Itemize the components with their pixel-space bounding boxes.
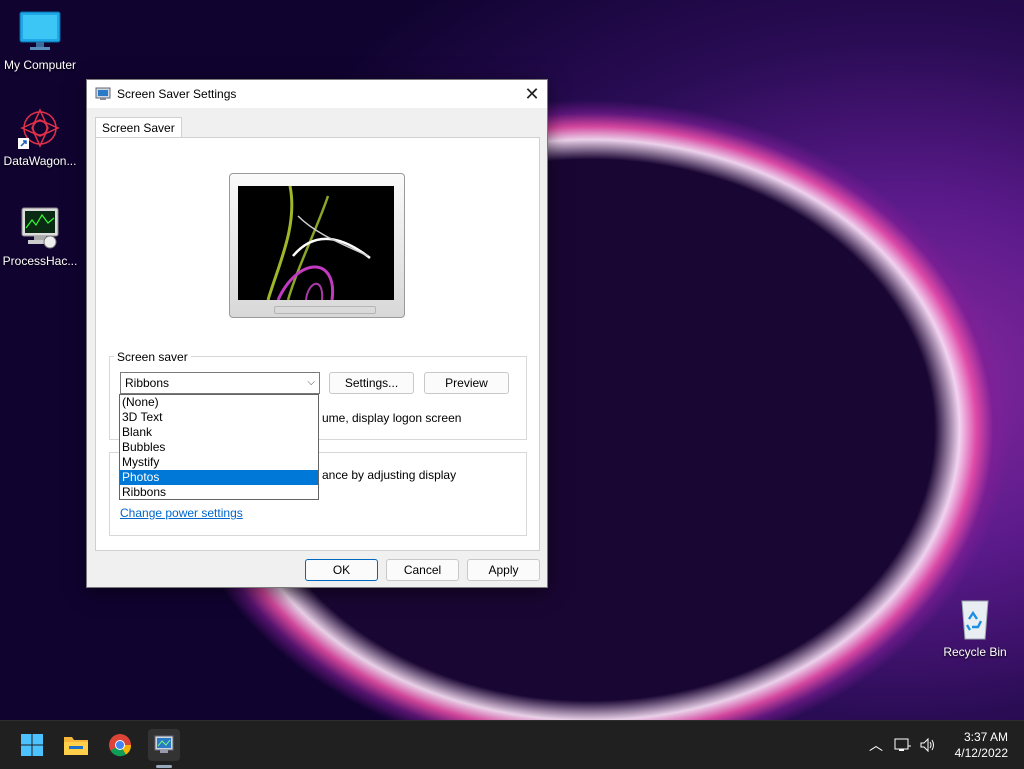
desktop-icon-recycle-bin[interactable]: Recycle Bin: [935, 597, 1015, 659]
dropdown-option-mystify[interactable]: Mystify: [120, 455, 318, 470]
desktop-icon-processhacker[interactable]: ProcessHac...: [0, 206, 80, 268]
resume-logon-text: ume, display logon screen: [322, 411, 462, 425]
settings-button[interactable]: Settings...: [329, 372, 414, 394]
preview-monitor: [229, 173, 405, 318]
desktop-icon-label: My Computer: [3, 58, 77, 72]
power-description-text: ance by adjusting display: [322, 468, 457, 482]
computer-icon: [18, 10, 62, 54]
screensaver-app-taskbar-icon[interactable]: [148, 729, 180, 761]
dialog-title: Screen Saver Settings: [117, 87, 237, 101]
ok-button[interactable]: OK: [305, 559, 378, 581]
screen-saver-select[interactable]: Ribbons ⌵: [120, 372, 320, 394]
show-hidden-icons-chevron-up-icon[interactable]: ︿: [866, 721, 886, 769]
preview-button[interactable]: Preview: [424, 372, 509, 394]
tab-screen-saver[interactable]: Screen Saver: [95, 117, 182, 138]
dropdown-option-bubbles[interactable]: Bubbles: [120, 440, 318, 455]
dropdown-option-none[interactable]: (None): [120, 395, 318, 410]
desktop-icon-datawagon[interactable]: DataWagon...: [0, 106, 80, 168]
cancel-button[interactable]: Cancel: [386, 559, 459, 581]
dropdown-option-blank[interactable]: Blank: [120, 425, 318, 440]
network-icon[interactable]: [892, 721, 914, 769]
clock-time: 3:37 AM: [963, 730, 1008, 744]
apply-button[interactable]: Apply: [467, 559, 540, 581]
chrome-icon[interactable]: [104, 729, 136, 761]
title-bar[interactable]: Screen Saver Settings ✕: [87, 80, 547, 108]
screen-saver-select-value: Ribbons: [125, 376, 170, 390]
processhacker-icon: [18, 206, 62, 250]
dropdown-option-photos[interactable]: Photos: [120, 470, 318, 485]
close-icon[interactable]: ✕: [517, 80, 547, 108]
desktop-icon-my-computer[interactable]: My Computer: [0, 10, 80, 72]
screen-saver-settings-dialog: Screen Saver Settings ✕ Screen Saver Scr…: [86, 79, 548, 588]
monitor-chin: [274, 306, 376, 314]
system-clock[interactable]: 3:37 AM 4/12/2022: [955, 729, 1008, 761]
screensaver-app-icon: [95, 87, 111, 100]
ribbons-preview-image: [266, 186, 371, 300]
desktop-icon-label: ProcessHac...: [2, 254, 78, 268]
screen-saver-group-label: Screen saver: [114, 350, 191, 364]
preview-screen: [238, 186, 394, 300]
recycle-bin-icon: [953, 597, 997, 641]
dropdown-option-ribbons[interactable]: Ribbons: [120, 485, 318, 500]
chevron-down-icon: ⌵: [307, 377, 315, 388]
taskbar: ︿ 3:37 AM 4/12/2022: [0, 720, 1024, 769]
file-explorer-icon[interactable]: [60, 729, 92, 761]
clock-date: 4/12/2022: [954, 746, 1008, 760]
dropdown-option-3d-text[interactable]: 3D Text: [120, 410, 318, 425]
volume-icon[interactable]: [916, 721, 940, 769]
desktop-icon-label: Recycle Bin: [943, 645, 1007, 659]
datawagon-icon: [18, 106, 62, 150]
screen-saver-dropdown-list: (None) 3D Text Blank Bubbles Mystify Pho…: [119, 394, 319, 500]
start-icon[interactable]: [16, 729, 48, 761]
desktop-icon-label: DataWagon...: [3, 154, 77, 168]
change-power-settings-link[interactable]: Change power settings: [120, 506, 243, 520]
